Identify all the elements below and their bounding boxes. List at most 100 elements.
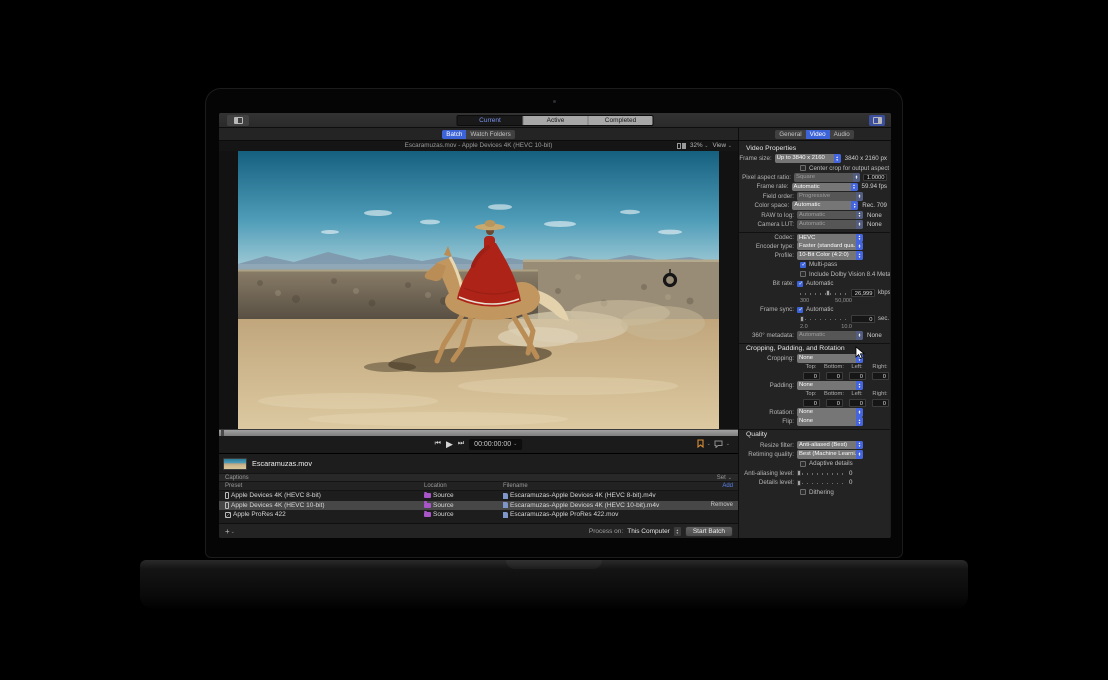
table-row-selected[interactable]: Apple Devices 4K (HEVC 10-bit) Source Es… [219, 501, 738, 511]
crop-left-field[interactable]: 0 [849, 372, 866, 380]
tab-batch[interactable]: Batch [442, 130, 466, 139]
play-button[interactable]: ▶ [446, 438, 453, 450]
frame-rate-popup[interactable]: Automatic [792, 183, 858, 192]
bit-rate-field[interactable]: 26,999 [851, 289, 875, 297]
popup-arrows-icon [856, 242, 863, 251]
crop-bottom-field[interactable]: 0 [826, 372, 843, 380]
tab-active[interactable]: Active [523, 116, 588, 125]
camera-lut-popup[interactable]: Automatic [797, 220, 863, 229]
tab-current[interactable]: Current [458, 116, 523, 125]
bit-rate-auto-checkbox[interactable] [797, 281, 803, 287]
chevron-down-icon[interactable] [707, 441, 711, 447]
center-crop-label: Center crop for output aspect ratio [809, 165, 890, 172]
webcam-dot [553, 100, 556, 103]
frame-sync-field[interactable]: 0 [851, 315, 875, 323]
bookmark-icon[interactable] [697, 439, 704, 448]
split-view-icon[interactable] [677, 143, 686, 149]
batch-job-header[interactable]: Escaramuzas.mov [223, 456, 734, 471]
flip-popup[interactable]: None [797, 417, 863, 426]
anti-aliasing-value: 0 [849, 470, 852, 477]
next-frame-button[interactable]: ⏭ [458, 438, 464, 450]
field-order-popup[interactable]: Progressive [797, 192, 863, 201]
table-row[interactable]: Apple Devices 4K (HEVC 8-bit) Source Esc… [219, 491, 738, 501]
view-dropdown[interactable]: View [713, 142, 733, 149]
color-space-popup[interactable]: Automatic [792, 201, 858, 210]
dolby-vision-label: Include Dolby Vision 8.4 Metadata [809, 271, 890, 278]
encoder-type-label: Encoder type: [739, 243, 797, 250]
tab-completed[interactable]: Completed [588, 116, 653, 125]
bit-rate-slider[interactable] [800, 289, 848, 297]
popup-arrows-icon [856, 192, 863, 201]
chevron-down-icon[interactable] [726, 441, 730, 447]
popup-arrows-icon [856, 441, 863, 450]
cropping-label: Cropping: [739, 355, 797, 362]
pixel-aspect-popup[interactable]: Square [794, 173, 860, 182]
start-batch-button[interactable]: Start Batch [685, 526, 733, 537]
popup-arrows-icon [856, 211, 863, 220]
inspector-toggle-button[interactable] [869, 115, 885, 126]
popup-arrows-icon [856, 381, 863, 390]
previous-frame-button[interactable]: ⏮ [435, 438, 441, 450]
remove-button[interactable]: Remove [711, 502, 733, 508]
popup-arrows-icon [851, 201, 858, 210]
pad-left-field[interactable]: 0 [849, 399, 866, 407]
batch-tabs: Batch Watch Folders [442, 130, 514, 139]
add-job-button[interactable]: + [225, 527, 235, 536]
tab-video[interactable]: Video [806, 130, 830, 139]
pad-top-field[interactable]: 0 [803, 399, 820, 407]
profile-label: Profile: [739, 252, 797, 259]
popup-arrows-icon [856, 331, 863, 340]
crop-right-field[interactable]: 0 [872, 372, 889, 380]
video-preview-frame[interactable] [238, 151, 719, 429]
pixel-aspect-field[interactable]: 1.0000 [863, 174, 887, 182]
folder-icon [424, 493, 431, 498]
process-on-stepper[interactable] [674, 527, 681, 536]
meta360-popup[interactable]: Automatic [797, 331, 863, 340]
chevron-down-icon [231, 529, 235, 535]
tab-general[interactable]: General [775, 130, 805, 139]
profile-popup[interactable]: 10-Bit Color (4:2:0) [797, 251, 863, 260]
tab-audio[interactable]: Audio [830, 130, 854, 139]
process-on-value[interactable]: This Computer [627, 528, 670, 535]
mouse-cursor [855, 346, 865, 360]
pad-right-field[interactable]: 0 [872, 399, 889, 407]
dolby-vision-checkbox[interactable] [800, 271, 806, 277]
dithering-checkbox[interactable] [800, 489, 806, 495]
center-crop-checkbox[interactable] [800, 165, 806, 171]
tab-watch-folders[interactable]: Watch Folders [466, 130, 514, 139]
frame-sync-auto-checkbox[interactable] [797, 307, 803, 313]
status-segmented-control: Current Active Completed [457, 115, 654, 126]
popup-arrows-icon [856, 417, 863, 426]
adaptive-details-checkbox[interactable] [800, 461, 806, 467]
raw-to-log-popup[interactable]: Automatic [797, 211, 863, 220]
crop-top-field[interactable]: 0 [803, 372, 820, 380]
file-icon [503, 512, 508, 518]
retiming-quality-popup[interactable]: Best (Machine Learni… [797, 450, 863, 459]
codec-popup[interactable]: HEVC [797, 234, 863, 243]
table-row[interactable]: Apple ProRes 422 Source Escaramuzas-Appl… [219, 510, 738, 520]
encoder-type-popup[interactable]: Faster (standard qua… [797, 242, 863, 251]
details-level-slider[interactable] [797, 479, 845, 487]
desktop-background: Current Active Completed Batch Watch Fol… [0, 0, 1108, 680]
comment-bubble-icon[interactable] [714, 440, 723, 448]
captions-set-dropdown[interactable]: Set [717, 475, 732, 481]
add-output-link[interactable]: Add [722, 483, 733, 489]
multi-pass-checkbox[interactable] [800, 262, 806, 268]
batch-toolbar: + Process on: This Computer Start Batch [219, 523, 738, 538]
cropping-popup[interactable]: None [797, 354, 863, 363]
resize-filter-label: Resize filter: [739, 442, 797, 449]
pad-bottom-field[interactable]: 0 [826, 399, 843, 407]
rotation-popup[interactable]: None [797, 408, 863, 417]
anti-aliasing-slider[interactable] [797, 469, 845, 477]
macbook-screen-bezel: Current Active Completed Batch Watch Fol… [205, 88, 903, 558]
zoom-level-dropdown[interactable]: 32% [690, 142, 709, 149]
codec-label: Codec: [739, 234, 797, 241]
resize-filter-popup[interactable]: Anti-aliased (Best) [797, 441, 863, 450]
timecode-display[interactable]: 00:00:00:00 [469, 439, 522, 450]
preview-header: Escaramuzas.mov - Apple Devices 4K (HEVC… [219, 141, 738, 151]
frame-size-popup[interactable]: Up to 3840 x 2160 [775, 154, 841, 163]
sidebar-toggle-button[interactable] [227, 115, 249, 126]
timeline-scrubber[interactable] [219, 429, 738, 436]
padding-popup[interactable]: None [797, 381, 863, 390]
frame-sync-slider[interactable] [800, 315, 848, 323]
